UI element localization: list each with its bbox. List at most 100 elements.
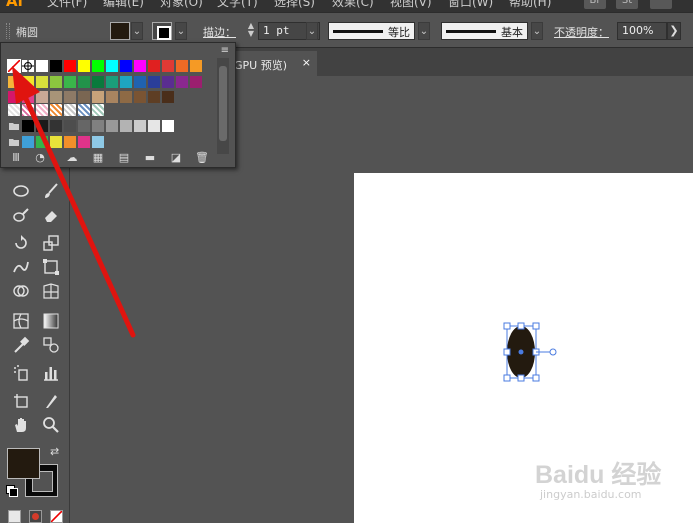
color-swatch[interactable] [162, 120, 174, 132]
color-swatch[interactable] [36, 76, 48, 88]
color-swatch[interactable] [106, 76, 118, 88]
stroke-weight-spinner[interactable]: ▲ ▼ [245, 22, 257, 40]
swatch-pattern4[interactable] [50, 104, 62, 116]
swatch-none[interactable] [7, 59, 21, 73]
swatch-registration[interactable] [22, 60, 34, 72]
fill-dropdown[interactable]: ⌄ [131, 22, 143, 40]
opacity-arrow-button[interactable]: ❯ [667, 22, 681, 40]
menu-file[interactable]: 文件(F) [47, 0, 87, 10]
color-swatch[interactable] [148, 91, 160, 103]
color-swatch[interactable] [36, 136, 48, 148]
color-swatch[interactable] [36, 91, 48, 103]
color-swatch[interactable] [50, 136, 62, 148]
color-swatch[interactable] [50, 91, 62, 103]
scale-tool[interactable] [38, 232, 64, 254]
swatch-pattern6[interactable] [78, 104, 90, 116]
color-swatch[interactable] [148, 76, 160, 88]
opacity-label[interactable]: 不透明度： [554, 24, 609, 40]
color-swatch[interactable] [120, 91, 132, 103]
stroke-dropdown[interactable]: ⌄ [175, 22, 187, 40]
color-swatch[interactable] [50, 120, 62, 132]
menu-window[interactable]: 窗口(W) [448, 0, 493, 10]
color-swatch[interactable] [22, 120, 34, 132]
color-swatch[interactable] [190, 76, 202, 88]
artboard-tool[interactable] [8, 390, 34, 412]
blob-brush-tool[interactable] [8, 204, 34, 226]
gradient-tool[interactable] [38, 310, 64, 332]
library-icon[interactable]: Ⅲ [7, 151, 25, 165]
color-swatch[interactable] [92, 76, 104, 88]
color-swatch[interactable] [148, 120, 160, 132]
free-transform-tool[interactable] [38, 256, 64, 278]
brush-definition[interactable]: 基本 [441, 22, 528, 40]
opacity-field[interactable]: 100% [617, 22, 667, 40]
color-swatch[interactable] [134, 91, 146, 103]
swatch-pattern7[interactable] [92, 104, 104, 116]
perspective-grid-tool[interactable] [38, 280, 64, 302]
stock-button[interactable]: St [616, 0, 638, 9]
warp-tool[interactable] [8, 256, 34, 278]
gradient-mode-button[interactable] [29, 510, 42, 523]
swatch-pattern1[interactable] [8, 104, 20, 116]
column-graph-tool[interactable] [38, 362, 64, 384]
fill-color-box[interactable] [7, 448, 40, 479]
color-swatch[interactable] [134, 120, 146, 132]
color-swatch[interactable] [78, 91, 90, 103]
grip-handle[interactable] [6, 23, 10, 39]
shape-builder-tool[interactable] [8, 280, 34, 302]
color-swatch[interactable] [92, 136, 104, 148]
color-swatch[interactable] [50, 60, 62, 72]
color-swatch[interactable] [22, 136, 34, 148]
swatch-pattern3[interactable] [36, 104, 48, 116]
scrollbar-thumb[interactable] [219, 66, 227, 141]
fill-swatch[interactable] [110, 22, 130, 40]
zoom-tool[interactable] [38, 414, 64, 436]
paintbrush-tool[interactable] [38, 180, 64, 202]
none-mode-button[interactable] [50, 510, 63, 523]
bridge-button[interactable]: Br [584, 0, 606, 9]
color-swatch[interactable] [78, 76, 90, 88]
color-swatch[interactable] [78, 60, 90, 72]
color-swatch[interactable] [36, 120, 48, 132]
document-tab[interactable]: GPU 预览) × [230, 51, 317, 76]
new-swatch-icon[interactable]: ◪ [167, 151, 185, 165]
default-fill-stroke-icon[interactable] [6, 485, 18, 497]
pie-widget-handle[interactable] [549, 348, 557, 356]
panel-menu-icon[interactable]: ≡ [221, 45, 229, 56]
color-swatch[interactable] [92, 91, 104, 103]
color-swatch[interactable] [36, 60, 48, 72]
stroke-weight-dropdown[interactable]: ⌄ [306, 22, 318, 40]
color-swatch[interactable] [64, 76, 76, 88]
variable-width-profile[interactable]: 等比 [328, 22, 415, 40]
menu-select[interactable]: 选择(S) [274, 0, 315, 10]
eraser-tool[interactable] [38, 204, 64, 226]
color-swatch[interactable] [64, 120, 76, 132]
blend-tool[interactable] [38, 334, 64, 356]
color-swatch[interactable] [162, 76, 174, 88]
symbol-sprayer-tool[interactable] [8, 362, 34, 384]
color-group-icon[interactable]: ▦ [89, 151, 107, 165]
color-swatch[interactable] [78, 136, 90, 148]
color-swatch[interactable] [120, 60, 132, 72]
color-mode-button[interactable] [8, 510, 21, 523]
swatch-scrollbar[interactable] [217, 58, 229, 154]
color-swatch[interactable] [106, 60, 118, 72]
slice-tool[interactable] [38, 390, 64, 412]
color-swatch[interactable] [106, 91, 118, 103]
color-swatch[interactable] [92, 60, 104, 72]
color-swatch[interactable] [64, 136, 76, 148]
cloud-icon[interactable]: ☁ [63, 151, 81, 165]
color-swatch[interactable] [64, 60, 76, 72]
menu-effect[interactable]: 效果(C) [332, 0, 374, 10]
swatch-pattern2[interactable] [22, 104, 34, 116]
menu-object[interactable]: 对象(O) [160, 0, 203, 10]
color-swatch[interactable] [92, 120, 104, 132]
delete-icon[interactable]: 🗑 [193, 151, 211, 165]
workspace-button[interactable] [650, 0, 672, 9]
color-swatch[interactable] [8, 76, 20, 88]
color-swatch[interactable] [120, 76, 132, 88]
swap-fill-stroke-icon[interactable]: ⇄ [50, 445, 59, 458]
swatch-pattern5[interactable] [64, 104, 76, 116]
color-swatch[interactable] [120, 120, 132, 132]
close-tab-icon[interactable]: × [302, 56, 311, 69]
